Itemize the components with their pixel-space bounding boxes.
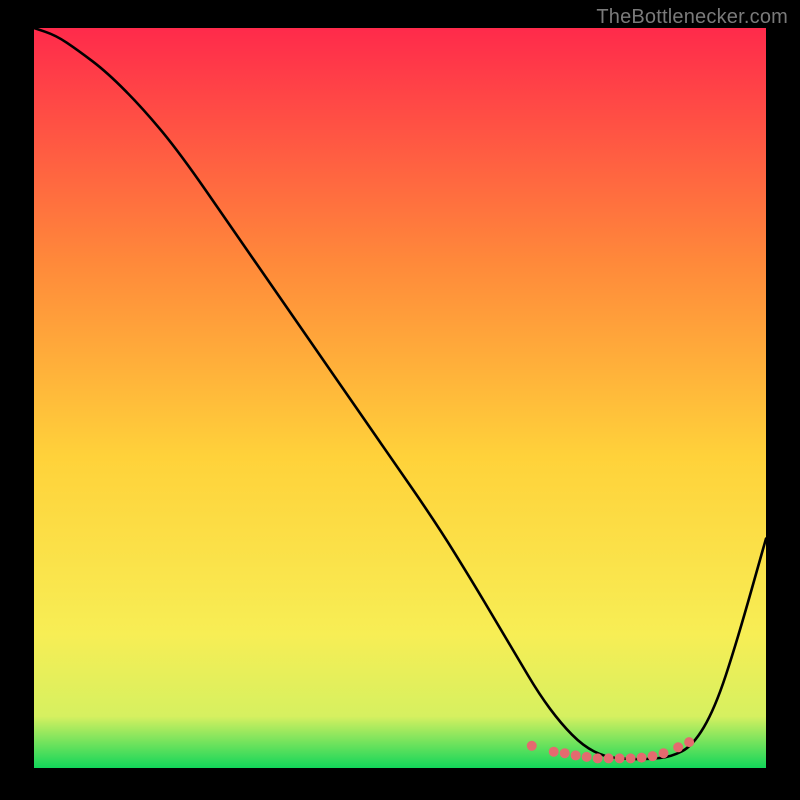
chart-svg [34,28,766,768]
marker-dot [659,748,669,758]
marker-dot [673,742,683,752]
marker-dot [626,753,636,763]
marker-dot [527,741,537,751]
attribution-text: TheBottlenecker.com [596,6,788,29]
marker-dot [593,753,603,763]
marker-dot [571,750,581,760]
chart-plot-area [34,28,766,768]
chart-background-gradient [34,28,766,768]
marker-dot [604,753,614,763]
marker-dot [560,748,570,758]
marker-dot [684,737,694,747]
chart-frame [34,28,766,768]
marker-dot [648,751,658,761]
marker-dot [615,753,625,763]
marker-dot [549,747,559,757]
marker-dot [582,752,592,762]
marker-dot [637,753,647,763]
